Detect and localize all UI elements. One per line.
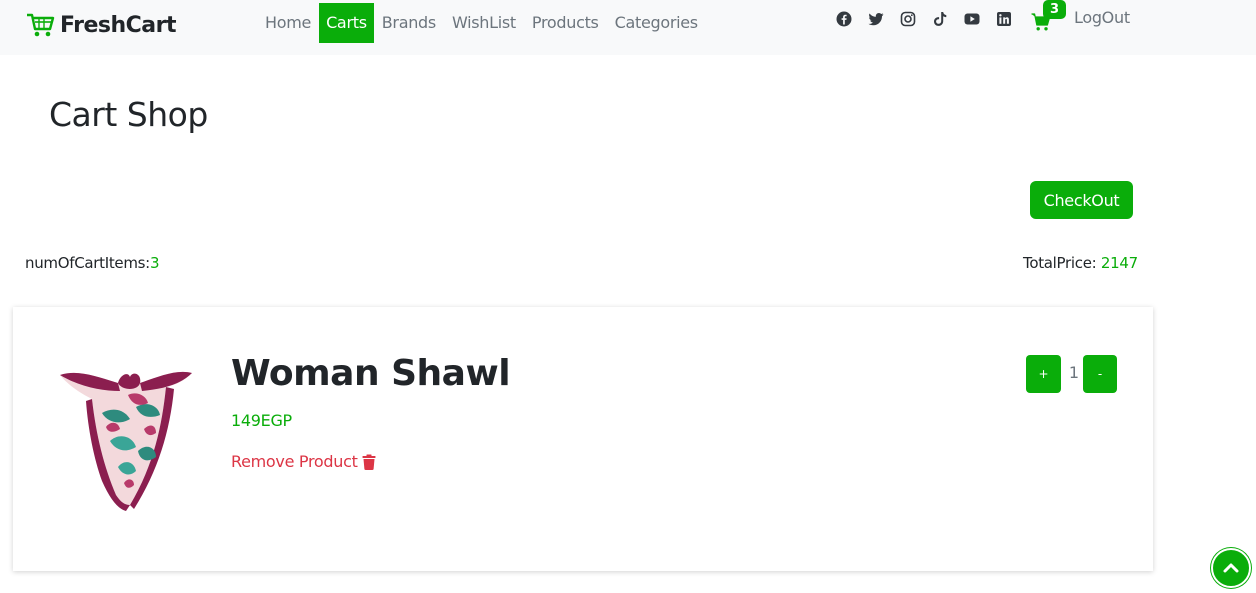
quantity-increase-button[interactable]: +: [1026, 355, 1061, 393]
nav-links: Home Carts Brands WishList Products Cate…: [257, 3, 706, 43]
product-title[interactable]: Woman Shawl: [231, 353, 511, 394]
cart-logo-icon: [27, 13, 55, 37]
total-price-label: TotalPrice:: [1023, 254, 1101, 272]
remove-product-button[interactable]: Remove Product: [231, 452, 376, 471]
twitter-icon[interactable]: [867, 10, 885, 28]
num-cart-items-label: numOfCartItems:: [25, 254, 150, 272]
logout-link[interactable]: LogOut: [1074, 8, 1130, 27]
youtube-icon[interactable]: [963, 10, 981, 28]
nav-home[interactable]: Home: [257, 3, 319, 43]
checkout-button[interactable]: CheckOut: [1030, 181, 1133, 219]
instagram-icon[interactable]: [899, 10, 917, 28]
num-cart-items-value: 3: [149, 254, 160, 272]
linkedin-icon[interactable]: [995, 10, 1013, 28]
cart-item-card: Woman Shawl 149EGP Remove Product + 1 -: [13, 307, 1153, 571]
brand-name: FreshCart: [60, 12, 177, 38]
nav-brands[interactable]: Brands: [374, 3, 444, 43]
nav-wishlist[interactable]: WishList: [444, 3, 524, 43]
scroll-to-top-button[interactable]: [1211, 548, 1251, 588]
trash-icon: [362, 454, 376, 470]
total-price: TotalPrice: 2147: [1023, 254, 1138, 272]
product-price: 149EGP: [231, 411, 292, 430]
remove-product-label: Remove Product: [231, 452, 358, 471]
quantity-value: 1: [1068, 363, 1080, 382]
total-price-value: 2147: [1100, 254, 1138, 272]
num-cart-items: numOfCartItems:3: [25, 254, 160, 272]
social-links: [835, 10, 1027, 28]
page-title: Cart Shop: [49, 95, 208, 134]
chevron-up-icon: [1223, 563, 1239, 573]
navbar: FreshCart Home Carts Brands WishList Pro…: [0, 0, 1256, 55]
brand-logo[interactable]: FreshCart: [26, 11, 177, 39]
quantity-decrease-button[interactable]: -: [1083, 355, 1117, 393]
cart-count-badge: 3: [1043, 0, 1066, 19]
product-image[interactable]: [58, 355, 194, 515]
nav-carts[interactable]: Carts: [319, 3, 374, 43]
tiktok-icon[interactable]: [931, 10, 949, 28]
nav-categories[interactable]: Categories: [607, 3, 706, 43]
nav-products[interactable]: Products: [524, 3, 607, 43]
facebook-icon[interactable]: [835, 10, 853, 28]
